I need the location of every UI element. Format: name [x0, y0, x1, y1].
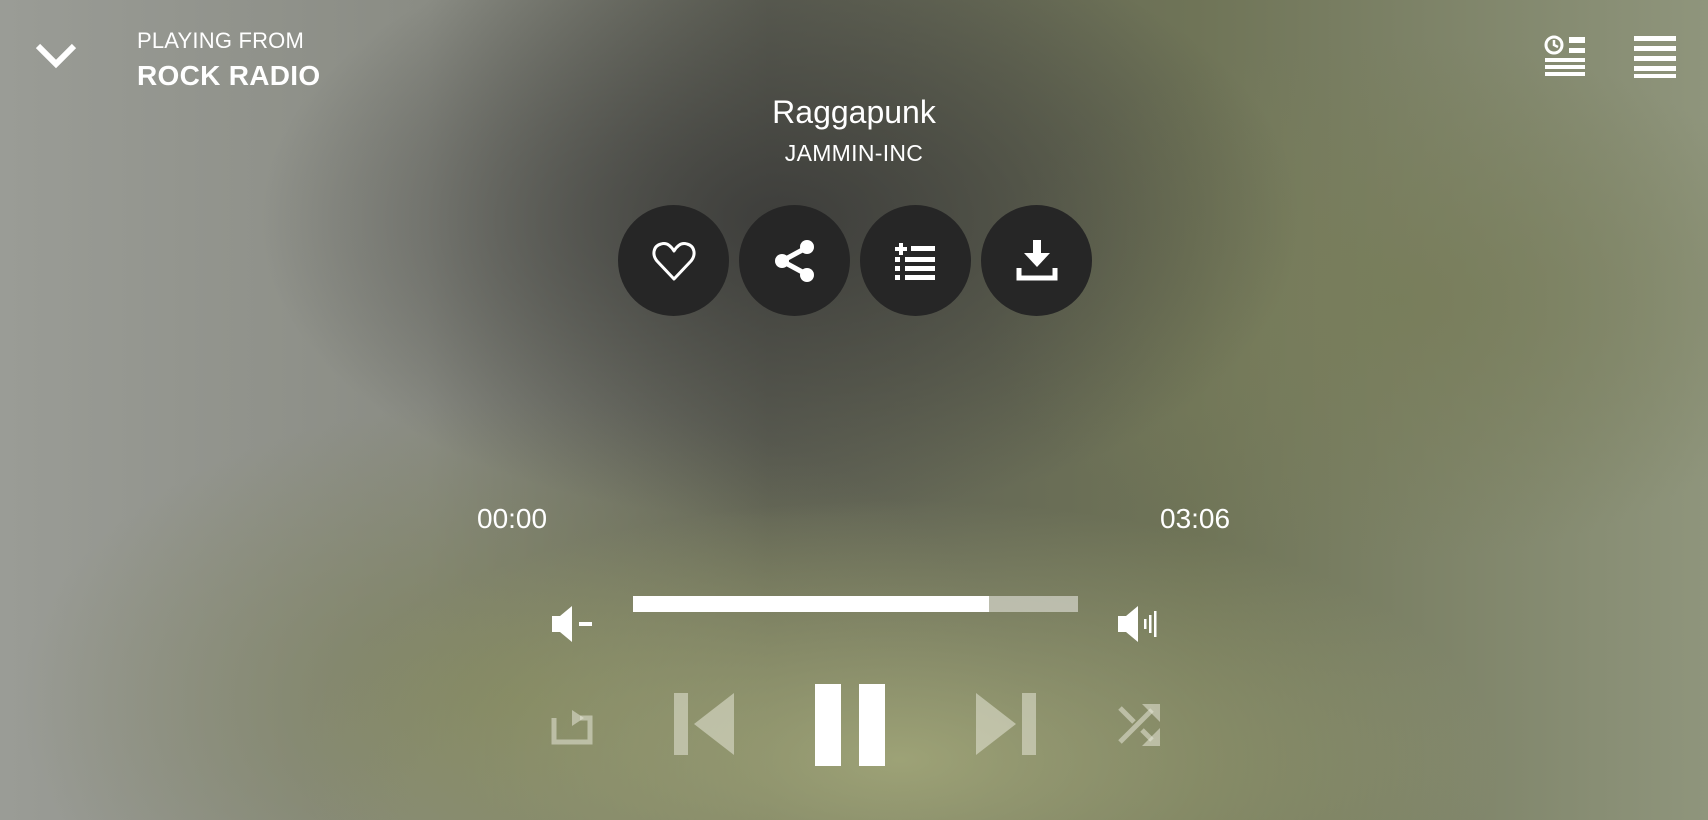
track-actions — [618, 205, 1092, 316]
volume-up-icon[interactable] — [1116, 600, 1164, 648]
add-to-playlist-button[interactable] — [860, 205, 971, 316]
track-duration: 03:06 — [1160, 503, 1231, 534]
heart-icon — [651, 241, 696, 280]
share-button[interactable] — [739, 205, 850, 316]
recently-played-icon[interactable] — [1543, 34, 1587, 78]
next-track-icon[interactable] — [974, 693, 1038, 755]
previous-track-icon[interactable] — [672, 693, 736, 755]
menu-icon[interactable] — [1633, 34, 1677, 78]
download-button[interactable] — [981, 205, 1092, 316]
track-artist[interactable]: JAMMIN-INC — [0, 140, 1708, 167]
volume-slider-fill — [633, 596, 989, 612]
playing-from-label: PLAYING FROM — [137, 28, 305, 53]
share-icon — [774, 239, 814, 282]
add-list-icon — [894, 242, 935, 280]
download-icon — [1016, 239, 1057, 280]
collapse-chevron-icon[interactable] — [34, 38, 78, 74]
track-title: Raggapunk — [772, 94, 936, 130]
repeat-icon[interactable] — [550, 706, 598, 746]
shuffle-icon[interactable] — [1116, 702, 1164, 748]
like-button[interactable] — [618, 205, 729, 316]
volume-down-icon[interactable] — [550, 600, 598, 648]
elapsed-time: 00:00 — [477, 503, 548, 534]
station-name[interactable]: ROCK RADIO — [137, 60, 320, 92]
volume-slider[interactable] — [633, 596, 1078, 612]
pause-icon[interactable] — [814, 684, 886, 766]
